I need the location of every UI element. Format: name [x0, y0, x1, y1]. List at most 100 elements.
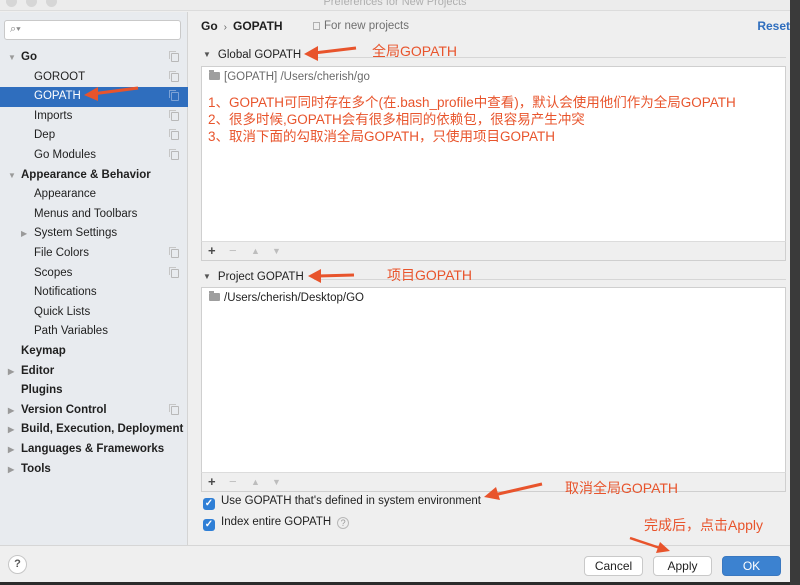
project-gopath-list[interactable]: /Users/cherish/Desktop/GO [201, 287, 786, 473]
sidebar-item-gopath[interactable]: GOPATH [0, 87, 188, 107]
move-up-button[interactable]: ▲ [251, 242, 260, 260]
sidebar-item-imports[interactable]: Imports [0, 107, 188, 127]
expanded-arrow-icon[interactable]: ▼ [8, 166, 16, 186]
sidebar-item-notifications[interactable]: Notifications [0, 283, 188, 303]
sidebar-item-label: Build, Execution, Deployment [21, 423, 184, 436]
sidebar-item-label: Dep [34, 129, 56, 142]
sidebar-item-appearance-behavior[interactable]: ▼ Appearance & Behavior [0, 166, 188, 186]
sidebar-item-system-settings[interactable]: ▶ System Settings [0, 224, 188, 244]
project-gopath-entry[interactable]: /Users/cherish/Desktop/GO [209, 291, 364, 304]
sidebar-item-build-execution-deployment[interactable]: ▶ Build, Execution, Deployment [0, 420, 188, 440]
collapsed-arrow-icon[interactable]: ▶ [8, 440, 14, 460]
sidebar-item-file-colors[interactable]: File Colors [0, 244, 188, 264]
sidebar-item-appearance[interactable]: Appearance [0, 185, 188, 205]
help-icon[interactable]: ? [337, 517, 350, 529]
sidebar-item-plugins[interactable]: Plugins [0, 381, 188, 401]
sidebar-item-label: Go [21, 51, 37, 63]
search-icon: ⌕▾ [10, 23, 21, 35]
sidebar-item-go[interactable]: ▼ Go [0, 48, 188, 68]
section-divider [314, 279, 786, 280]
folder-icon [209, 70, 220, 80]
project-level-copy-icon [169, 129, 179, 141]
dialog-footer: ? Cancel Apply OK [0, 545, 790, 582]
sidebar-item-dep[interactable]: Dep [0, 126, 188, 146]
help-button[interactable]: ? [8, 555, 27, 574]
annotation-project-gopath: 项目GOPATH [387, 267, 473, 283]
collapsed-arrow-icon[interactable]: ▶ [8, 362, 14, 382]
sidebar-item-quick-lists[interactable]: Quick Lists [0, 303, 188, 323]
project-gopath-toolbar: + − ▲ ▼ [201, 472, 786, 492]
sidebar-item-label: Appearance & Behavior [21, 168, 151, 181]
expanded-arrow-icon[interactable]: ▼ [8, 48, 16, 68]
sidebar-item-scopes[interactable]: Scopes [0, 264, 188, 284]
collapsed-arrow-icon[interactable]: ▶ [8, 460, 14, 480]
project-level-copy-icon [169, 266, 179, 278]
sidebar-item-label: Tools [21, 462, 51, 475]
sidebar-item-label: System Settings [34, 227, 118, 240]
breadcrumb-separator-icon: › [223, 22, 228, 33]
index-entire-gopath-checkbox[interactable]: ✓ Index entire GOPATH? [203, 516, 350, 531]
expand-triangle-icon: ▼ [203, 272, 211, 281]
global-gopath-path: [GOPATH] /Users/cherish/go [224, 71, 370, 83]
ok-button[interactable]: OK [722, 556, 781, 576]
move-down-button[interactable]: ▼ [272, 242, 281, 260]
breadcrumb-root: Go [201, 19, 218, 33]
window-edge [790, 0, 800, 585]
global-gopath-entry[interactable]: [GOPATH] /Users/cherish/go [209, 70, 370, 83]
sidebar-item-label: File Colors [34, 247, 89, 259]
sidebar-item-label: GOROOT [34, 70, 86, 83]
add-project-path-button[interactable]: + [208, 473, 216, 491]
sidebar-item-path-variables[interactable]: Path Variables [0, 322, 188, 342]
use-system-gopath-label: Use GOPATH that's defined in system envi… [221, 495, 481, 507]
sidebar-item-label: Version Control [21, 403, 107, 416]
sidebar-item-menus-and-toolbars[interactable]: Menus and Toolbars [0, 205, 188, 225]
expand-triangle-icon: ▼ [203, 50, 211, 59]
add-global-path-button[interactable]: + [208, 242, 216, 260]
project-level-copy-icon [169, 109, 179, 121]
move-up-button[interactable]: ▲ [251, 473, 260, 491]
sidebar-item-label: Imports [34, 109, 73, 122]
sidebar-item-version-control[interactable]: ▶ Version Control [0, 401, 188, 421]
sidebar-item-tools[interactable]: ▶ Tools [0, 460, 188, 480]
project-level-copy-icon [169, 403, 179, 415]
project-gopath-path: /Users/cherish/Desktop/GO [224, 292, 364, 304]
sidebar-item-keymap[interactable]: Keymap [0, 342, 188, 362]
project-gopath-header[interactable]: ▼ Project GOPATH [203, 271, 304, 283]
remove-project-path-button[interactable]: − [229, 473, 237, 491]
sidebar-item-editor[interactable]: ▶ Editor [0, 362, 188, 382]
annotation-global-gopath: 全局GOPATH [372, 43, 458, 59]
sidebar-item-languages-frameworks[interactable]: ▶ Languages & Frameworks [0, 440, 188, 460]
move-down-button[interactable]: ▼ [272, 473, 281, 491]
scope-note-text: For new projects [324, 20, 410, 32]
sidebar-item-label: Appearance [34, 188, 97, 201]
reset-link[interactable]: Reset [757, 19, 790, 33]
use-system-gopath-checkbox[interactable]: ✓ Use GOPATH that's defined in system env… [203, 495, 481, 510]
breadcrumb: Go › GOPATH [201, 19, 283, 33]
checkbox-checked-icon[interactable]: ✓ [203, 498, 215, 510]
sidebar-item-goroot[interactable]: GOROOT [0, 68, 188, 88]
sidebar-item-label: Notifications [34, 286, 97, 299]
settings-search-input[interactable]: ⌕▾ [4, 20, 181, 40]
annotation-apply: 完成后，点击Apply [644, 517, 764, 533]
sidebar-item-label: Quick Lists [34, 305, 91, 318]
project-level-copy-icon [169, 149, 179, 160]
sidebar-item-label: Path Variables [34, 325, 108, 338]
project-gopath-title: Project GOPATH [217, 271, 304, 283]
settings-sidebar: ⌕▾ ▼ Go GOROOT GOPATH Imports Dep Go Modules ▼ A… [0, 12, 188, 545]
apply-button[interactable]: Apply [653, 556, 712, 576]
collapsed-arrow-icon[interactable]: ▶ [8, 401, 14, 421]
sidebar-item-go-modules[interactable]: Go Modules [0, 146, 188, 166]
cancel-button[interactable]: Cancel [584, 556, 643, 576]
project-level-copy-icon [169, 51, 179, 62]
collapsed-arrow-icon[interactable]: ▶ [21, 224, 27, 244]
window-title: Preferences for New Projects [323, 0, 467, 8]
folder-icon [209, 291, 220, 301]
global-gopath-header[interactable]: ▼ Global GOPATH [203, 49, 301, 61]
copy-icon [313, 22, 320, 30]
project-level-copy-icon [169, 90, 179, 102]
remove-global-path-button[interactable]: − [229, 242, 237, 260]
sidebar-item-label: Scopes [34, 266, 73, 279]
collapsed-arrow-icon[interactable]: ▶ [8, 420, 14, 440]
index-entire-gopath-label: Index entire GOPATH [221, 516, 332, 528]
checkbox-checked-icon[interactable]: ✓ [203, 519, 215, 531]
